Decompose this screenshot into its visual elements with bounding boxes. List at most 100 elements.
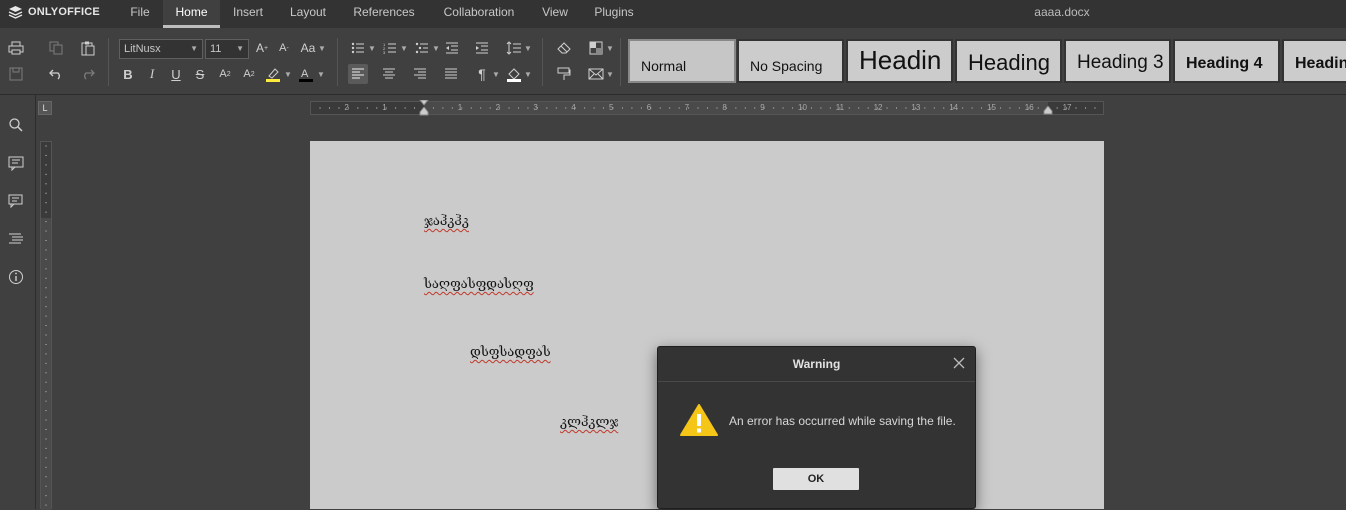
paragraph[interactable]: დსფსადფას xyxy=(470,345,551,360)
ruler-number: 16 xyxy=(1024,103,1034,112)
save-icon[interactable] xyxy=(6,64,26,84)
color-scheme-icon[interactable] xyxy=(586,38,606,58)
ruler-number: 10 xyxy=(798,103,807,112)
paragraph[interactable]: ჯაჰკჰკ xyxy=(424,214,469,229)
bullet-list-icon[interactable] xyxy=(348,38,368,58)
style-heading-1[interactable]: Headin xyxy=(846,39,953,83)
tab-file[interactable]: File xyxy=(118,0,162,28)
toolbar-divider xyxy=(337,38,338,86)
style-heading-5[interactable]: Headin xyxy=(1282,39,1346,83)
style-heading-2-label: Heading xyxy=(968,50,1050,75)
comments-icon[interactable] xyxy=(6,153,26,173)
font-color-icon[interactable]: A xyxy=(296,64,316,84)
increase-font-icon[interactable]: A + xyxy=(252,38,272,58)
italic-icon[interactable]: I xyxy=(142,64,162,84)
tab-layout[interactable]: Layout xyxy=(280,0,336,28)
style-heading-4[interactable]: Heading 4 xyxy=(1173,39,1280,83)
toolbar-divider xyxy=(542,38,543,86)
font-size-value: 11 xyxy=(210,43,222,55)
shading-icon[interactable] xyxy=(504,64,524,84)
vertical-ruler[interactable] xyxy=(40,141,52,510)
ok-button[interactable]: OK xyxy=(773,468,859,490)
strikethrough-icon[interactable]: S xyxy=(190,64,210,84)
chevron-down-icon: ▼ xyxy=(492,70,500,79)
dialog-title: Warning xyxy=(792,357,841,371)
chevron-down-icon: ▼ xyxy=(236,44,244,53)
ruler-ticks xyxy=(319,107,1096,109)
align-right-icon[interactable] xyxy=(410,64,430,84)
redo-icon[interactable] xyxy=(78,64,98,84)
numbered-list-icon[interactable]: 123 xyxy=(380,38,400,58)
paragraph-marks-icon[interactable]: ¶ xyxy=(472,64,492,84)
decrease-font-icon[interactable]: A- xyxy=(274,38,294,58)
increase-indent-icon[interactable] xyxy=(472,38,492,58)
print-icon[interactable] xyxy=(6,38,26,58)
ruler-number: 11 xyxy=(835,103,845,112)
tab-stop-selector[interactable]: L xyxy=(38,101,52,115)
undo-icon[interactable] xyxy=(46,64,66,84)
search-icon[interactable] xyxy=(6,115,26,135)
justify-icon[interactable] xyxy=(441,64,461,84)
copy-style-icon[interactable] xyxy=(554,64,574,84)
chevron-down-icon: ▼ xyxy=(318,44,326,53)
superscript-icon[interactable]: A2 xyxy=(215,64,235,84)
subscript-icon[interactable]: A2 xyxy=(239,64,259,84)
multilevel-list-icon[interactable] xyxy=(412,38,432,58)
warning-icon xyxy=(680,404,718,436)
ruler-number: 6 xyxy=(646,103,652,112)
highlight-color-icon[interactable] xyxy=(263,64,283,84)
align-center-icon[interactable] xyxy=(379,64,399,84)
ruler-number: 1 xyxy=(382,103,387,112)
ruler-number: 5 xyxy=(609,103,614,112)
chevron-down-icon: ▼ xyxy=(524,70,532,79)
navigation-icon[interactable] xyxy=(6,229,26,249)
style-heading-3[interactable]: Heading 3 xyxy=(1064,39,1171,83)
align-left-icon[interactable] xyxy=(348,64,368,84)
horizontal-ruler[interactable]: 2 1 1 2 3 4 5 6 7 8 9 10 11 12 13 14 15 16 17 xyxy=(310,100,1104,116)
tab-view[interactable]: View xyxy=(534,0,576,28)
dialog-message: An error has occurred while saving the f… xyxy=(729,414,956,428)
style-normal[interactable]: Normal xyxy=(628,39,736,83)
paste-icon[interactable] xyxy=(78,38,98,58)
tab-home[interactable]: Home xyxy=(163,0,220,28)
font-family-value: LitNusx xyxy=(124,43,161,55)
bold-icon[interactable]: B xyxy=(118,64,138,84)
clear-style-icon[interactable] xyxy=(554,38,574,58)
chevron-down-icon: ▼ xyxy=(284,70,292,79)
style-heading-3-label: Heading 3 xyxy=(1077,52,1164,73)
font-family-select[interactable]: LitNusx ▼ xyxy=(119,39,203,59)
style-no-spacing[interactable]: No Spacing xyxy=(737,39,844,83)
line-spacing-icon[interactable] xyxy=(504,38,524,58)
close-icon[interactable] xyxy=(951,355,967,371)
home-toolbar: LitNusx ▼ 11 ▼ A + A- Aa ▼ B I U S A2 A2 … xyxy=(0,28,1346,95)
dialog-header: Warning xyxy=(658,347,975,382)
ruler-number: 17 xyxy=(1062,103,1072,112)
decrease-indent-icon[interactable] xyxy=(442,38,462,58)
change-case-icon[interactable]: Aa xyxy=(297,38,319,58)
paragraph[interactable]: კლჰკლჯ xyxy=(560,415,618,430)
tab-references[interactable]: References xyxy=(344,0,424,28)
right-indent-marker[interactable] xyxy=(1043,106,1053,116)
ruler-number: 8 xyxy=(722,103,727,112)
font-size-select[interactable]: 11 ▼ xyxy=(205,39,249,59)
ruler-ticks xyxy=(45,145,47,506)
tab-plugins[interactable]: Plugins xyxy=(586,0,642,28)
chevron-down-icon: ▼ xyxy=(606,44,614,53)
mail-merge-icon[interactable] xyxy=(586,64,606,84)
svg-text:A: A xyxy=(301,68,309,80)
chevron-down-icon: ▼ xyxy=(368,44,376,53)
copy-icon[interactable] xyxy=(46,38,66,58)
tab-collaboration[interactable]: Collaboration xyxy=(436,0,522,28)
chevron-down-icon: ▼ xyxy=(432,44,440,53)
document-title: aaaa.docx xyxy=(1034,5,1090,19)
style-heading-2[interactable]: Heading xyxy=(955,39,1062,83)
underline-icon[interactable]: U xyxy=(166,64,186,84)
brand-name: ONLYOFFICE xyxy=(28,6,100,18)
info-icon[interactable] xyxy=(6,267,26,287)
chevron-down-icon: ▼ xyxy=(524,44,532,53)
ruler-number: 2 xyxy=(344,103,349,112)
left-indent-marker[interactable] xyxy=(419,107,429,121)
tab-insert[interactable]: Insert xyxy=(222,0,274,28)
paragraph[interactable]: საღფასფდასღფ xyxy=(424,277,534,292)
chat-icon[interactable] xyxy=(6,191,26,211)
